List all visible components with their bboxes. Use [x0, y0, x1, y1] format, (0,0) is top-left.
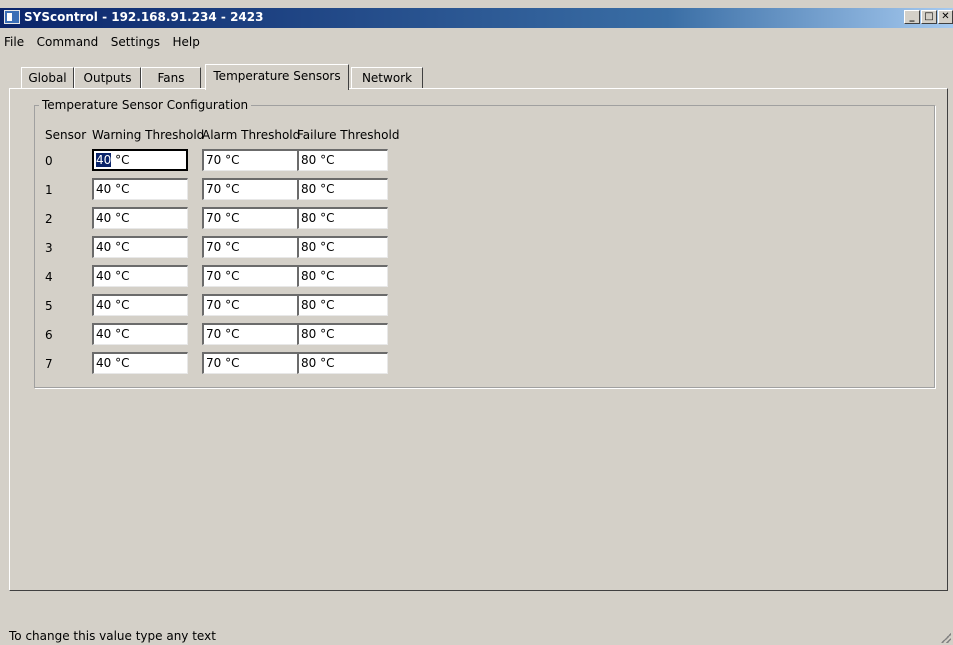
warning-threshold-field[interactable]: 40 °C — [92, 323, 188, 345]
failure-threshold-field[interactable]: 80 °C — [297, 323, 388, 345]
menu-bar: File Command Settings Help — [0, 32, 953, 52]
close-button[interactable]: ✕ — [938, 10, 953, 24]
sensor-row: 1 40 °C 70 °C 80 °C — [35, 178, 435, 200]
failure-threshold-field[interactable]: 80 °C — [297, 207, 388, 229]
tab-outputs[interactable]: Outputs — [74, 67, 141, 89]
sensor-number: 2 — [45, 212, 53, 226]
warning-threshold-field[interactable]: 40 °C — [92, 352, 188, 374]
warning-threshold-field[interactable]: 40 °C — [92, 294, 188, 316]
header-alarm-threshold: Alarm Threshold — [202, 128, 301, 142]
header-failure-threshold: Failure Threshold — [297, 128, 400, 142]
menu-file[interactable]: File — [0, 32, 29, 52]
warning-threshold-field[interactable]: 40 °C — [92, 149, 188, 171]
alarm-threshold-field[interactable]: 70 °C — [202, 265, 298, 287]
failure-threshold-field[interactable]: 80 °C — [297, 236, 388, 258]
menu-command[interactable]: Command — [33, 32, 104, 52]
sensor-number: 5 — [45, 299, 53, 313]
sensor-row: 0 40 °C 70 °C 80 °C — [35, 149, 435, 171]
field-text: °C — [111, 153, 130, 167]
sensor-number: 0 — [45, 154, 53, 168]
alarm-threshold-field[interactable]: 70 °C — [202, 294, 298, 316]
sensor-number: 7 — [45, 357, 53, 371]
sensor-row: 6 40 °C 70 °C 80 °C — [35, 323, 435, 345]
temperature-sensor-config-group: Temperature Sensor Configuration Sensor … — [34, 98, 935, 388]
tab-network[interactable]: Network — [351, 67, 423, 89]
sensor-row: 4 40 °C 70 °C 80 °C — [35, 265, 435, 287]
selected-text: 40 — [96, 153, 112, 167]
warning-threshold-field[interactable]: 40 °C — [92, 236, 188, 258]
minimize-button[interactable]: _ — [904, 10, 920, 24]
sensor-row: 7 40 °C 70 °C 80 °C — [35, 352, 435, 374]
alarm-threshold-field[interactable]: 70 °C — [202, 323, 298, 345]
warning-threshold-field[interactable]: 40 °C — [92, 178, 188, 200]
sensor-row: 3 40 °C 70 °C 80 °C — [35, 236, 435, 258]
group-title: Temperature Sensor Configuration — [39, 98, 252, 112]
alarm-threshold-field[interactable]: 70 °C — [202, 352, 298, 374]
title-bar[interactable]: SYScontrol - 192.168.91.234 - 2423 _ □ ✕ — [0, 8, 953, 28]
window-title: SYScontrol - 192.168.91.234 - 2423 — [24, 10, 264, 24]
sensor-number: 3 — [45, 241, 53, 255]
alarm-threshold-field[interactable]: 70 °C — [202, 149, 298, 171]
failure-threshold-field[interactable]: 80 °C — [297, 178, 388, 200]
sensor-number: 4 — [45, 270, 53, 284]
failure-threshold-field[interactable]: 80 °C — [297, 294, 388, 316]
failure-threshold-field[interactable]: 80 °C — [297, 149, 388, 171]
header-sensor: Sensor — [45, 128, 87, 142]
maximize-button[interactable]: □ — [921, 10, 937, 24]
app-icon[interactable] — [4, 10, 20, 24]
app-window: SYScontrol - 192.168.91.234 - 2423 _ □ ✕… — [0, 0, 953, 645]
tab-page-temperature-sensors: Temperature Sensor Configuration Sensor … — [9, 88, 948, 591]
sensor-number: 1 — [45, 183, 53, 197]
sensor-row: 2 40 °C 70 °C 80 °C — [35, 207, 435, 229]
alarm-threshold-field[interactable]: 70 °C — [202, 236, 298, 258]
menu-settings[interactable]: Settings — [107, 32, 165, 52]
menu-help[interactable]: Help — [169, 32, 205, 52]
warning-threshold-field[interactable]: 40 °C — [92, 207, 188, 229]
header-warning-threshold: Warning Threshold — [92, 128, 205, 142]
tab-temperature-sensors[interactable]: Temperature Sensors — [205, 64, 349, 90]
failure-threshold-field[interactable]: 80 °C — [297, 352, 388, 374]
tab-global[interactable]: Global — [21, 67, 74, 89]
tab-fans[interactable]: Fans — [141, 67, 201, 89]
alarm-threshold-field[interactable]: 70 °C — [202, 207, 298, 229]
warning-threshold-field[interactable]: 40 °C — [92, 265, 188, 287]
failure-threshold-field[interactable]: 80 °C — [297, 265, 388, 287]
status-text: To change this value type any text — [9, 629, 216, 643]
alarm-threshold-field[interactable]: 70 °C — [202, 178, 298, 200]
sensor-row: 5 40 °C 70 °C 80 °C — [35, 294, 435, 316]
resize-grip-icon[interactable] — [941, 633, 951, 643]
sensor-number: 6 — [45, 328, 53, 342]
